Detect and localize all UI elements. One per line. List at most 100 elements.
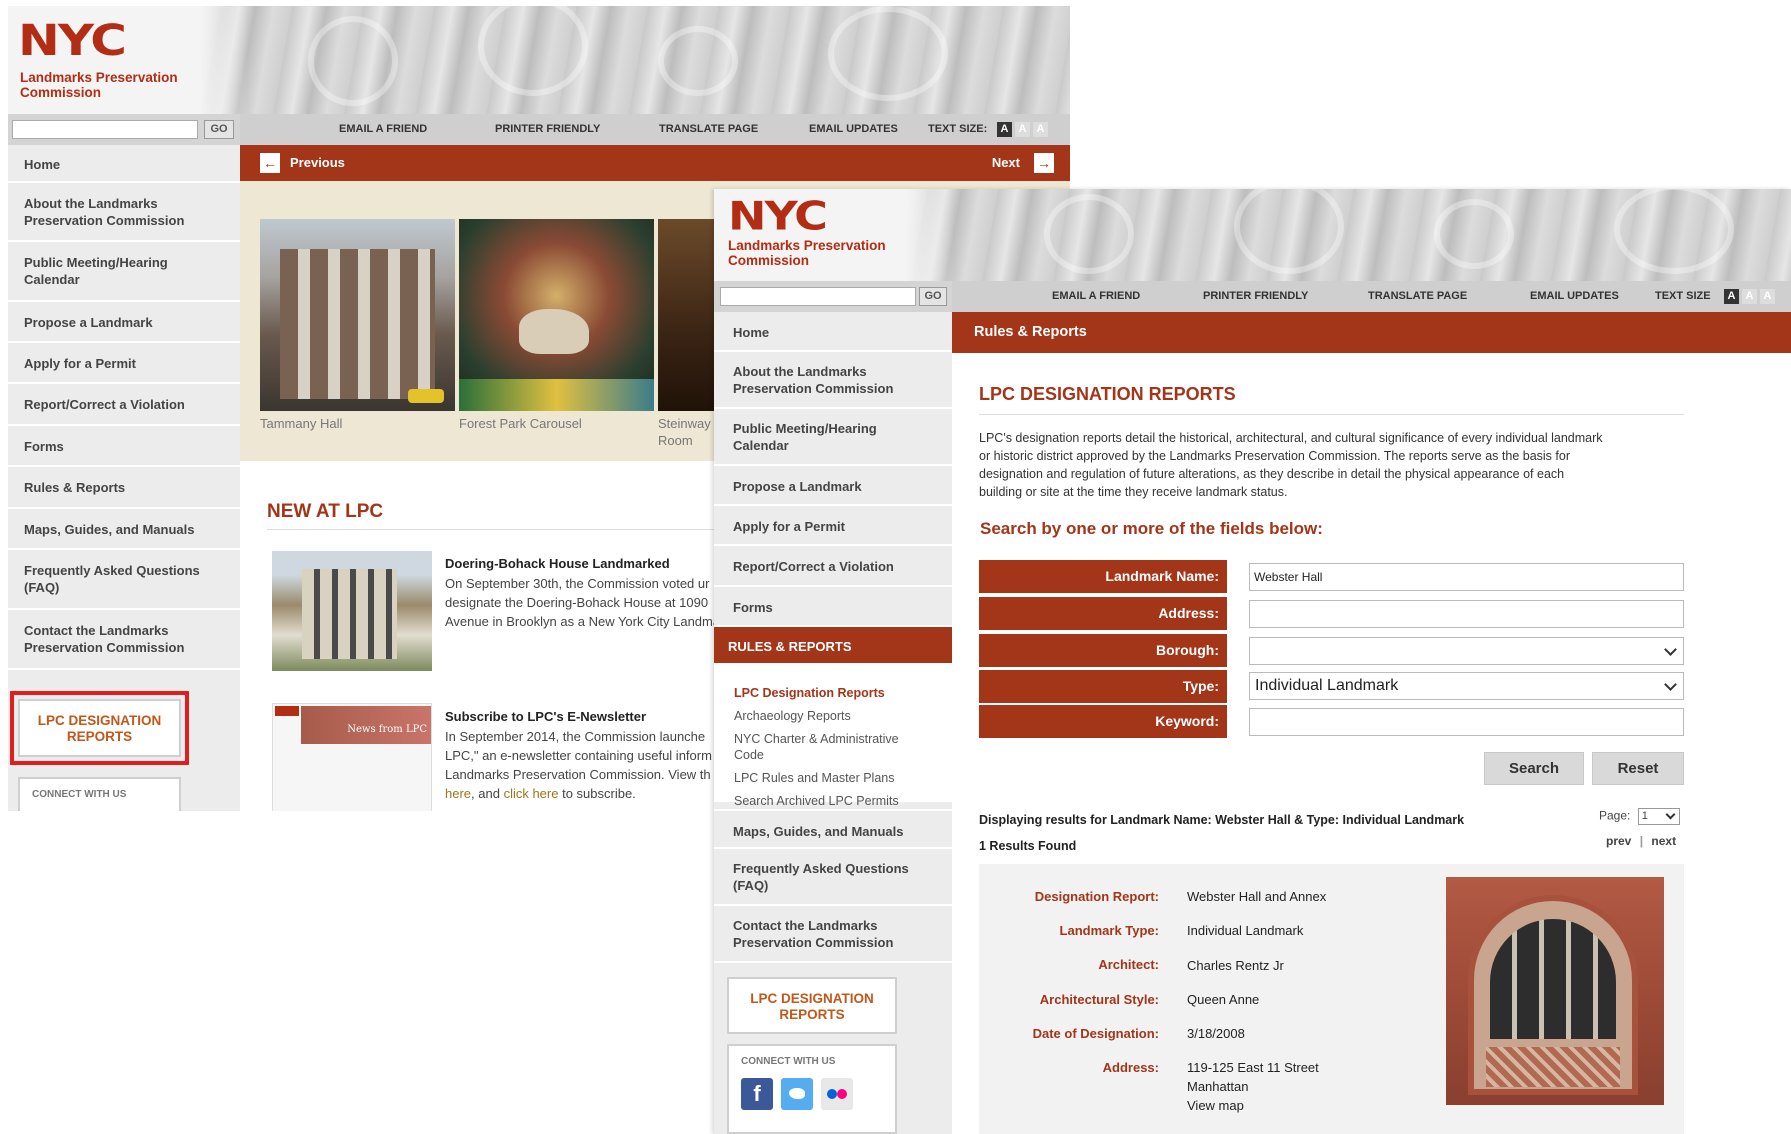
newsletter-banner: News from LPC — [301, 706, 431, 744]
sidebar-item-contact[interactable]: Contact the Landmarks Preservation Commi… — [714, 906, 952, 963]
news-title-enewsletter[interactable]: Subscribe to LPC's E-Newsletter — [445, 709, 646, 724]
caption-steinway: Steinway — [658, 416, 711, 431]
sidebar-item-calendar[interactable]: Public Meeting/Hearing Calendar — [714, 409, 952, 466]
borough-select[interactable] — [1249, 637, 1684, 665]
nyc-logo-mark: NYC — [728, 193, 828, 239]
sidebar-item-about[interactable]: About the Landmarks Preservation Commiss… — [8, 183, 240, 242]
sidebar-nav: Home About the Landmarks Preservation Co… — [714, 312, 952, 1134]
lpc-designation-reports-badge[interactable]: LPC DESIGNATION REPORTS — [727, 977, 897, 1034]
sidebar-item-maps[interactable]: Maps, Guides, and Manuals — [714, 809, 952, 849]
email-friend-link[interactable]: EMAIL A FRIEND — [1052, 281, 1140, 312]
here-link[interactable]: here — [445, 786, 471, 801]
translate-page-link[interactable]: TRANSLATE PAGE — [1368, 281, 1467, 312]
title-divider — [979, 414, 1684, 415]
sidebar-item-permit[interactable]: Apply for a Permit — [8, 343, 240, 384]
subnav-charter-code[interactable]: NYC Charter & Administrative Code — [734, 731, 924, 763]
keyword-label: Keyword: — [979, 705, 1227, 738]
text-size-small[interactable]: A — [1724, 289, 1739, 304]
site-search-input[interactable] — [12, 120, 198, 139]
landmark-name-input[interactable] — [1249, 563, 1684, 591]
prev-arrow-icon[interactable]: ← — [260, 153, 280, 173]
sidebar-item-label: Maps, Guides, and Manuals — [24, 522, 195, 537]
flickr-dot-blue — [827, 1089, 837, 1099]
sidebar-item-violation[interactable]: Report/Correct a Violation — [714, 546, 952, 587]
sidebar-item-forms[interactable]: Forms — [8, 426, 240, 467]
view-map-link[interactable]: View map — [1187, 1096, 1244, 1115]
sidebar-item-label: Contact the Landmarks Preservation Commi… — [24, 623, 185, 655]
type-select[interactable]: Individual Landmark — [1249, 672, 1684, 700]
click-here-link[interactable]: click here — [504, 786, 559, 801]
sidebar-item-label: Rules & Reports — [24, 480, 126, 495]
go-button[interactable]: GO — [919, 287, 947, 306]
search-button[interactable]: Search — [1484, 752, 1584, 785]
page-select[interactable]: 1 — [1637, 808, 1680, 825]
news-photo-newsletter[interactable]: News from LPC — [272, 703, 432, 811]
sidebar-item-faq[interactable]: Frequently Asked Questions (FAQ) — [714, 849, 952, 906]
org-name-line1: Landmarks Preservation — [20, 70, 178, 85]
sidebar-item-label: Maps, Guides, and Manuals — [733, 824, 904, 839]
email-updates-link[interactable]: EMAIL UPDATES — [1530, 281, 1619, 312]
badge-line1: LPC DESIGNATION — [37, 713, 162, 728]
sidebar-item-permit[interactable]: Apply for a Permit — [714, 506, 952, 546]
sidebar-item-forms[interactable]: Forms — [714, 587, 952, 627]
sidebar-item-faq[interactable]: Frequently Asked Questions (FAQ) — [8, 550, 240, 610]
logo[interactable]: NYC Landmarks Preservation Commission — [714, 189, 954, 281]
news-photo-doering-bohack[interactable] — [272, 551, 432, 671]
logo[interactable]: NYC Landmarks Preservation Commission — [8, 6, 248, 114]
banner-ornament — [1234, 189, 1344, 274]
text-size-medium[interactable]: A — [1742, 289, 1757, 304]
next-arrow-icon[interactable]: → — [1034, 153, 1054, 173]
sidebar-item-rules-active[interactable]: RULES & REPORTS — [714, 627, 952, 665]
facebook-icon[interactable]: f — [741, 1078, 773, 1110]
reset-button[interactable]: Reset — [1592, 752, 1684, 785]
sidebar-item-home[interactable]: Home — [714, 312, 952, 352]
translate-page-link[interactable]: TRANSLATE PAGE — [659, 114, 758, 145]
text-size-small[interactable]: A — [997, 122, 1012, 137]
text-size-large[interactable]: A — [1033, 122, 1048, 137]
taxi-icon — [408, 389, 444, 403]
photo-forest-park-carousel[interactable] — [459, 219, 654, 411]
email-updates-link[interactable]: EMAIL UPDATES — [809, 114, 898, 145]
sidebar-item-maps[interactable]: Maps, Guides, and Manuals — [8, 509, 240, 550]
text-size-large[interactable]: A — [1760, 289, 1775, 304]
org-name-line2: Commission — [728, 253, 810, 268]
news-heading: NEW AT LPC — [267, 501, 384, 522]
sidebar-item-rules[interactable]: Rules & Reports — [8, 467, 240, 509]
printer-friendly-link[interactable]: PRINTER FRIENDLY — [1203, 281, 1308, 312]
designation-report-link[interactable]: Webster Hall and Annex — [1187, 887, 1326, 906]
previous-link[interactable]: Previous — [290, 155, 345, 170]
sidebar-item-violation[interactable]: Report/Correct a Violation — [8, 384, 240, 426]
address-input[interactable] — [1249, 600, 1684, 628]
next-link[interactable]: Next — [992, 155, 1020, 170]
site-search-input[interactable] — [720, 287, 916, 306]
lpc-designation-reports-badge[interactable]: LPC DESIGNATION REPORTS — [18, 699, 181, 757]
news-title-doering[interactable]: Doering-Bohack House Landmarked — [445, 556, 670, 571]
banner-ornament — [308, 16, 398, 106]
sidebar-item-about[interactable]: About the Landmarks Preservation Commiss… — [714, 352, 952, 409]
sidebar-item-home[interactable]: Home — [8, 145, 240, 183]
keyword-input[interactable] — [1249, 708, 1684, 736]
next-page-link[interactable]: next — [1651, 834, 1676, 848]
printer-friendly-link[interactable]: PRINTER FRIENDLY — [495, 114, 600, 145]
photo-tammany-hall[interactable] — [260, 219, 455, 411]
sidebar-item-propose[interactable]: Propose a Landmark — [8, 302, 240, 343]
news-subscribe-line: here, and click here to subscribe. — [445, 784, 636, 803]
twitter-icon[interactable] — [781, 1078, 813, 1110]
sidebar-item-contact[interactable]: Contact the Landmarks Preservation Commi… — [8, 610, 240, 670]
go-button[interactable]: GO — [204, 120, 234, 139]
sidebar-item-calendar[interactable]: Public Meeting/Hearing Calendar — [8, 242, 240, 302]
result-photo-webster-hall[interactable] — [1446, 877, 1664, 1105]
result-label-column: Designation Report: Landmark Type: Archi… — [979, 864, 1159, 1134]
text-size-medium[interactable]: A — [1015, 122, 1030, 137]
subnav-archived-permits[interactable]: Search Archived LPC Permits — [734, 793, 899, 809]
house-shape — [302, 569, 397, 659]
email-friend-link[interactable]: EMAIL A FRIEND — [339, 114, 427, 145]
sidebar-item-propose[interactable]: Propose a Landmark — [714, 466, 952, 506]
subnav-archaeology-reports[interactable]: Archaeology Reports — [734, 708, 851, 724]
subnav-designation-reports[interactable]: LPC Designation Reports — [734, 685, 885, 701]
subnav-rules-master-plans[interactable]: LPC Rules and Master Plans — [734, 770, 895, 786]
flickr-icon[interactable] — [821, 1078, 853, 1110]
prev-page-link[interactable]: prev — [1606, 834, 1631, 848]
news-divider — [267, 529, 717, 530]
sidebar-item-label: Forms — [733, 600, 773, 615]
